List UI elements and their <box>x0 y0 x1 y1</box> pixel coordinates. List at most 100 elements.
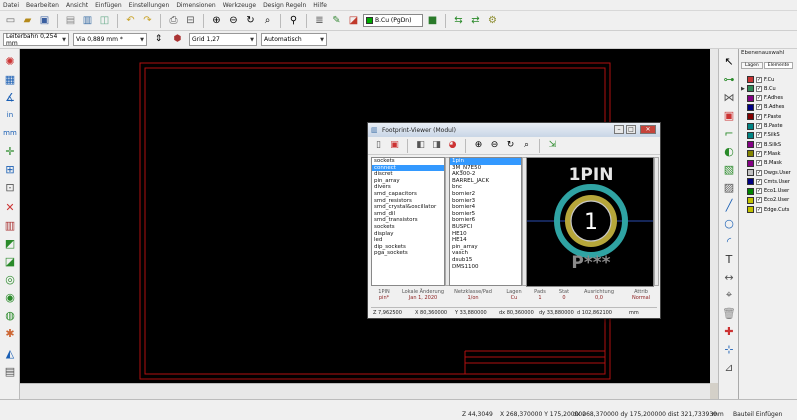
layer-visibility-checkbox[interactable]: ✓ <box>756 160 762 167</box>
menu-help[interactable]: Hilfe <box>313 2 327 9</box>
delete-icon[interactable]: 🗑 <box>721 305 737 321</box>
zoom-in-icon[interactable]: ⊕ <box>472 139 485 152</box>
list-item[interactable]: smd_resistors <box>372 198 444 205</box>
menu-edit[interactable]: Bearbeiten <box>26 2 59 9</box>
list-item[interactable]: bornier4 <box>450 204 521 211</box>
add-circle-icon[interactable]: ○ <box>721 215 737 231</box>
list-item[interactable]: DMS1100 <box>450 264 521 271</box>
scripting-icon[interactable]: ⚙ <box>485 13 500 28</box>
layer-visibility-checkbox[interactable]: ✓ <box>756 188 762 195</box>
tab-render[interactable]: Elemente <box>763 62 794 69</box>
layer-color-swatch[interactable] <box>747 85 754 93</box>
find-icon[interactable]: ⚲ <box>286 13 301 28</box>
cursor-shape-icon[interactable]: ✛ <box>2 143 18 159</box>
list-item[interactable]: bnc <box>450 184 521 191</box>
3d-view-icon[interactable]: ◕ <box>446 139 459 152</box>
layer-row[interactable]: ✓ B.Adhes <box>741 103 796 112</box>
list-item[interactable]: HE14 <box>450 237 521 244</box>
set-origin-icon[interactable]: ✚ <box>721 323 737 339</box>
layer-row[interactable]: ✓ Eco1.User <box>741 187 796 196</box>
minimize-button[interactable]: – <box>614 125 624 134</box>
layer-color-swatch[interactable] <box>747 122 754 130</box>
close-button[interactable]: ✕ <box>640 125 656 134</box>
footprint-viewer-titlebar[interactable]: ▥ Footprint-Viewer (Modul) – □ ✕ <box>368 123 660 137</box>
list-item[interactable]: smd_dil <box>372 211 444 218</box>
layer-color-swatch[interactable] <box>747 94 754 102</box>
drc-icon[interactable]: ⇆ <box>451 13 466 28</box>
layer-visibility-checkbox[interactable]: ✓ <box>756 95 762 102</box>
grid-origin-icon[interactable]: ⊹ <box>721 341 737 357</box>
list-item[interactable]: divers <box>372 184 444 191</box>
netlist-read-icon[interactable]: ⇄ <box>468 13 483 28</box>
select-arrow-icon[interactable]: ↖ <box>721 53 737 69</box>
layer-row[interactable]: ✓ F.Adhes <box>741 94 796 103</box>
list-item[interactable]: sockets <box>372 158 444 165</box>
list-item[interactable]: BARREL_JACK <box>450 178 521 185</box>
menu-design-rules[interactable]: Design Regeln <box>263 2 306 9</box>
menu-tools[interactable]: Werkzeuge <box>223 2 256 9</box>
add-tracks-icon[interactable]: ⌐ <box>721 125 737 141</box>
show-zones-icon[interactable]: ▥ <box>2 217 18 233</box>
menu-place[interactable]: Einfügen <box>95 2 121 9</box>
units-inch-icon[interactable]: in <box>2 107 18 123</box>
list-item[interactable]: BUSPCI <box>450 224 521 231</box>
layer-row[interactable]: ✓ B.SilkS <box>741 140 796 149</box>
pads-sketch-icon[interactable]: ◎ <box>2 271 18 287</box>
list-item[interactable]: discret <box>372 171 444 178</box>
layer-visibility-checkbox[interactable]: ✓ <box>756 104 762 111</box>
layers-manager-toggle-icon[interactable]: ▤ <box>2 363 18 379</box>
auto-delete-track-icon[interactable]: ✕ <box>2 199 18 215</box>
layer-color-swatch[interactable] <box>747 141 754 149</box>
list-item[interactable]: smd_transistors <box>372 217 444 224</box>
track-width-select[interactable]: Leiterbahn 0,254 mm ▼ <box>3 33 69 47</box>
layer-color-swatch[interactable] <box>747 159 754 167</box>
list-item[interactable]: pin_array <box>450 244 521 251</box>
list-item[interactable]: bornier6 <box>450 217 521 224</box>
list-item[interactable]: bornier3 <box>450 198 521 205</box>
preview-scrollbar[interactable] <box>654 157 659 286</box>
layer-row[interactable]: ✓ F.Cu <box>741 75 796 84</box>
layer-row[interactable]: ✓ F.SilkS <box>741 131 796 140</box>
layer-row[interactable]: ▶ ✓ B.Cu <box>741 84 796 93</box>
open-icon[interactable]: ▰ <box>20 13 35 28</box>
layer-color-swatch[interactable] <box>747 131 754 139</box>
menu-preferences[interactable]: Einstellungen <box>129 2 170 9</box>
select-footprint-icon[interactable]: ▣ <box>388 139 401 152</box>
auto-track-width-icon[interactable]: ⇕ <box>151 32 166 47</box>
layer-row[interactable]: ✓ Cmts.User <box>741 177 796 186</box>
zoom-out-icon[interactable]: ⊖ <box>226 13 241 28</box>
layer-row[interactable]: ✓ Edge.Cuts <box>741 205 796 214</box>
layer-row[interactable]: ✓ B.Mask <box>741 159 796 168</box>
library-editor-icon[interactable]: ▥ <box>80 13 95 28</box>
layer-visibility-checkbox[interactable]: ✓ <box>756 197 762 204</box>
layer-pair-icon[interactable]: ◪ <box>346 13 361 28</box>
print-icon[interactable]: ⎙ <box>166 13 181 28</box>
list-item[interactable]: 1pin <box>450 158 521 165</box>
layer-color-swatch[interactable] <box>747 150 754 158</box>
list-item[interactable]: AK300-2 <box>450 171 521 178</box>
layer-color-swatch[interactable] <box>747 76 754 83</box>
layer-row[interactable]: ✓ F.Paste <box>741 112 796 121</box>
add-target-icon[interactable]: ⌖ <box>721 287 737 303</box>
add-module-icon[interactable]: ▣ <box>721 107 737 123</box>
footprint-viewer-icon[interactable]: ◫ <box>97 13 112 28</box>
layer-color-swatch[interactable] <box>747 206 754 214</box>
units-mm-icon[interactable]: mm <box>2 125 18 141</box>
layer-row[interactable]: ✓ Eco2.User <box>741 196 796 205</box>
layer-visibility-checkbox[interactable]: ✓ <box>756 206 762 213</box>
layer-select[interactable]: B.Cu (PgDn) <box>363 14 423 27</box>
layer-visibility-checkbox[interactable]: ✓ <box>756 178 762 185</box>
grid-select[interactable]: Grid 1,27 ▼ <box>189 33 257 46</box>
layer-visibility-checkbox[interactable]: ✓ <box>756 123 762 129</box>
layer-visibility-checkbox[interactable]: ✓ <box>756 141 762 148</box>
add-text-icon[interactable]: T <box>721 251 737 267</box>
list-item[interactable]: bornier5 <box>450 211 521 218</box>
vertical-scrollbar[interactable] <box>710 49 718 383</box>
layer-color-swatch[interactable] <box>747 113 754 121</box>
add-via-icon[interactable]: ◐ <box>721 143 737 159</box>
save-icon[interactable]: ▣ <box>37 13 52 28</box>
footprint-preview[interactable]: 1PIN 1 P*** <box>526 157 654 287</box>
undo-icon[interactable]: ↶ <box>123 13 138 28</box>
plot-icon[interactable]: ⊟ <box>183 13 198 28</box>
add-zone-icon[interactable]: ▧ <box>721 161 737 177</box>
